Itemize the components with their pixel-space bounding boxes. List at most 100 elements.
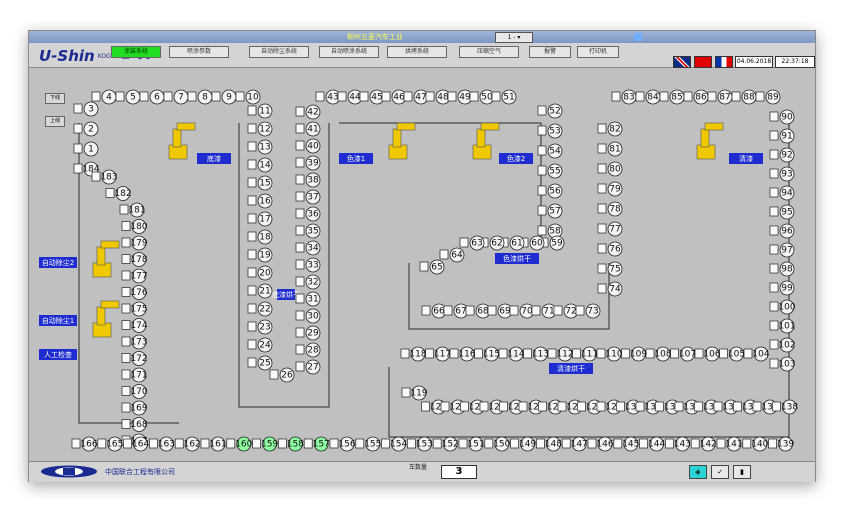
carrier-node[interactable]: 38 xyxy=(295,172,321,188)
carrier-node[interactable]: 179 xyxy=(121,235,148,251)
carrier-node[interactable]: 9 xyxy=(211,89,237,105)
carrier-node[interactable]: 146 xyxy=(587,436,614,452)
carrier-node[interactable]: 96 xyxy=(769,223,795,239)
carrier-node[interactable]: 89 xyxy=(755,89,781,105)
carrier-node[interactable]: 112 xyxy=(547,346,574,362)
carrier-node[interactable]: 50 xyxy=(469,89,495,105)
carrier-node[interactable]: 85 xyxy=(659,89,685,105)
carrier-node[interactable]: 90 xyxy=(769,109,795,125)
carrier-node[interactable]: 157 xyxy=(303,436,330,452)
carrier-node[interactable]: 49 xyxy=(447,89,473,105)
carrier-node[interactable]: 5 xyxy=(115,89,141,105)
carrier-node[interactable]: 155 xyxy=(355,436,382,452)
carrier-node[interactable]: 36 xyxy=(295,206,321,222)
carrier-node[interactable]: 94 xyxy=(769,185,795,201)
carrier-node[interactable]: 15 xyxy=(247,175,273,191)
carrier-node[interactable]: 143 xyxy=(665,436,691,452)
carrier-node[interactable]: 29 xyxy=(295,325,321,341)
carrier-node[interactable]: 3 xyxy=(73,101,99,117)
carrier-node[interactable]: 77 xyxy=(597,221,623,237)
tab-spray-params[interactable]: 喷涂参数 xyxy=(169,46,229,58)
carrier-node[interactable]: 13 xyxy=(247,139,273,155)
carrier-node[interactable]: 176 xyxy=(121,285,148,300)
carrier-node[interactable]: 31 xyxy=(295,291,321,307)
mode-icon[interactable]: ◈ xyxy=(689,465,707,479)
carrier-node[interactable]: 84 xyxy=(635,89,661,105)
carrier-node[interactable]: 178 xyxy=(121,252,148,267)
carrier-node[interactable]: 174 xyxy=(121,318,148,333)
carrier-node[interactable]: 92 xyxy=(769,147,795,163)
carrier-node[interactable]: 19 xyxy=(247,247,273,263)
carrier-node[interactable]: 1 xyxy=(73,141,99,157)
carrier-node[interactable]: 108 xyxy=(645,346,672,362)
carrier-node[interactable]: 11 xyxy=(247,103,273,119)
carrier-node[interactable]: 86 xyxy=(683,89,709,105)
carrier-node[interactable]: 182 xyxy=(105,186,132,201)
carrier-node[interactable]: 63 xyxy=(459,235,485,251)
carrier-node[interactable]: 103 xyxy=(769,356,796,372)
carrier-node[interactable]: 10 xyxy=(235,89,261,105)
carrier-node[interactable]: 163 xyxy=(149,436,175,452)
carrier-node[interactable]: 28 xyxy=(295,342,321,358)
check-icon[interactable]: ✓ xyxy=(711,465,729,479)
carrier-node[interactable]: 47 xyxy=(403,89,429,105)
carrier-node[interactable]: 67 xyxy=(443,303,469,319)
carrier-node[interactable]: 83 xyxy=(611,89,637,105)
carrier-node[interactable]: 152 xyxy=(432,436,459,452)
tab-dust-system[interactable]: 自动除尘系统 xyxy=(249,46,309,58)
carrier-node[interactable]: 70 xyxy=(509,303,535,319)
carrier-node[interactable]: 51 xyxy=(491,89,517,105)
carrier-node[interactable]: 180 xyxy=(121,219,148,234)
tab-compressed-air[interactable]: 压缩空气 xyxy=(459,46,519,58)
carrier-node[interactable]: 159 xyxy=(252,436,279,452)
carrier-node[interactable]: 17 xyxy=(247,211,273,227)
carrier-node[interactable]: 75 xyxy=(597,261,623,277)
carrier-node[interactable]: 56 xyxy=(537,183,563,199)
carrier-node[interactable]: 111 xyxy=(572,346,599,362)
carrier-node[interactable]: 44 xyxy=(337,89,363,105)
carrier-node[interactable]: 160 xyxy=(226,436,253,452)
tab-alarm[interactable]: 报警 xyxy=(529,46,571,58)
carrier-node[interactable]: 107 xyxy=(670,346,697,362)
carrier-node[interactable]: 78 xyxy=(597,201,623,217)
carrier-node[interactable]: 156 xyxy=(329,436,356,452)
tab-auto-spray[interactable]: 自动喷涂系统 xyxy=(319,46,379,58)
carrier-node[interactable]: 153 xyxy=(407,436,433,452)
carrier-node[interactable]: 41 xyxy=(295,121,321,137)
carrier-node[interactable]: 117 xyxy=(425,346,452,362)
carrier-node[interactable]: 69 xyxy=(487,303,513,319)
carrier-node[interactable]: 100 xyxy=(769,299,796,315)
carrier-node[interactable]: 21 xyxy=(247,283,273,299)
carrier-node[interactable]: 72 xyxy=(553,303,579,319)
carrier-node[interactable]: 161 xyxy=(200,436,227,452)
carrier-node[interactable]: 110 xyxy=(596,346,623,362)
carrier-node[interactable]: 171 xyxy=(121,367,148,383)
carrier-node[interactable]: 37 xyxy=(295,189,321,205)
carrier-node[interactable]: 95 xyxy=(769,204,795,220)
carrier-node[interactable]: 14 xyxy=(247,157,273,173)
carrier-node[interactable]: 181 xyxy=(119,202,146,218)
carrier-node[interactable]: 169 xyxy=(121,400,148,416)
carrier-node[interactable]: 55 xyxy=(537,163,563,179)
carrier-node[interactable]: 64 xyxy=(439,247,465,263)
carrier-node[interactable]: 158 xyxy=(278,436,304,452)
carrier-node[interactable]: 74 xyxy=(597,281,623,297)
carrier-node[interactable]: 54 xyxy=(537,143,563,159)
carrier-node[interactable]: 102 xyxy=(769,337,796,353)
tab-printer[interactable]: 打印机 xyxy=(577,46,619,58)
carrier-node[interactable]: 23 xyxy=(247,319,273,335)
carrier-node[interactable]: 79 xyxy=(597,181,623,197)
carrier-node[interactable]: 52 xyxy=(537,103,563,119)
carrier-node[interactable]: 140 xyxy=(742,436,769,452)
carrier-node[interactable]: 115 xyxy=(474,346,501,362)
carrier-node[interactable]: 71 xyxy=(531,303,557,319)
carrier-node[interactable]: 6 xyxy=(139,89,165,105)
carrier-node[interactable]: 53 xyxy=(537,123,563,139)
carrier-node[interactable]: 141 xyxy=(716,436,743,452)
carrier-node[interactable]: 65 xyxy=(419,259,445,275)
carrier-node[interactable]: 18 xyxy=(247,229,273,245)
carrier-node[interactable]: 139 xyxy=(768,436,795,452)
carrier-node[interactable]: 106 xyxy=(694,346,721,362)
carrier-node[interactable]: 150 xyxy=(484,436,511,452)
carrier-node[interactable]: 57 xyxy=(537,203,563,219)
